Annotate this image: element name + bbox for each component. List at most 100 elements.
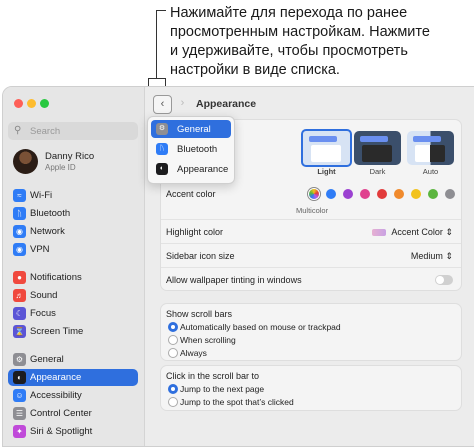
- click-scroll-bar-title: Click in the scroll bar to: [166, 371, 260, 381]
- sidebar-item-network[interactable]: ◉ Network: [8, 223, 138, 240]
- sidebar-item-label: Siri & Spotlight: [30, 426, 93, 437]
- radio-label: Jump to the spot that’s clicked: [180, 397, 294, 407]
- history-item-label: Appearance: [177, 164, 229, 175]
- chevron-right-icon: ›: [180, 97, 185, 109]
- wallpaper-tinting-row: Allow wallpaper tinting in windows: [161, 267, 461, 292]
- sidebar-item-siri-spotlight[interactable]: ✦ Siri & Spotlight: [8, 423, 138, 440]
- radio-scroll-always[interactable]: [168, 348, 178, 358]
- sidebar-item-appearance[interactable]: ◐ Appearance: [8, 369, 138, 386]
- radio-scroll-when-scrolling[interactable]: [168, 335, 178, 345]
- sidebar-item-label: Sound: [30, 290, 58, 301]
- chevron-left-icon: ‹: [160, 98, 165, 110]
- page-title: Appearance: [196, 98, 257, 110]
- sidebar-item-wifi[interactable]: ≈ Wi-Fi: [8, 187, 138, 204]
- click-scroll-bar-panel: Click in the scroll bar to Jump to the n…: [160, 365, 462, 411]
- appearance-dark-thumb[interactable]: [354, 131, 401, 165]
- accent-swatch-pink[interactable]: [360, 189, 370, 199]
- sidebar-item-label: Accessibility: [30, 390, 82, 401]
- hourglass-icon: ⌛: [13, 325, 26, 338]
- scroll-bars-panel: Show scroll bars Automatically based on …: [160, 303, 462, 361]
- appearance-auto-thumb[interactable]: [407, 131, 454, 165]
- accent-swatch-purple[interactable]: [343, 189, 353, 199]
- search-placeholder: Search: [30, 126, 61, 137]
- search-input[interactable]: ⚲ Search: [8, 122, 138, 140]
- control-center-icon: ☰: [13, 407, 26, 420]
- speaker-icon: ♬: [13, 289, 26, 302]
- history-item-label: Bluetooth: [177, 144, 218, 155]
- sidebar-item-focus[interactable]: ☾ Focus: [8, 305, 138, 322]
- callout-line: настройки в виде списка.: [170, 62, 340, 78]
- radio-label: Jump to the next page: [180, 384, 265, 394]
- gear-icon: ⚙: [156, 123, 168, 135]
- highlight-swatch: [372, 229, 387, 237]
- history-item-label: General: [177, 124, 211, 135]
- appearance-option-label: Dark: [369, 167, 386, 176]
- sidebar-item-label: Bluetooth: [30, 208, 71, 219]
- sidebar-item-label: Control Center: [30, 408, 92, 419]
- chevron-updown-icon: ⇕: [445, 251, 453, 261]
- appearance-option-label: Light: [317, 167, 336, 176]
- history-item-general[interactable]: ⚙ General: [151, 120, 231, 138]
- bell-icon: ●: [13, 271, 26, 284]
- highlight-color-label: Highlight color: [166, 227, 224, 237]
- wallpaper-tinting-toggle[interactable]: [435, 275, 453, 285]
- sidebar-item-label: VPN: [30, 244, 50, 255]
- history-item-appearance[interactable]: ◐ Appearance: [151, 160, 231, 178]
- sidebar-item-general[interactable]: ⚙ General: [8, 351, 138, 368]
- sidebar-item-label: General: [30, 354, 64, 365]
- accent-swatch-red[interactable]: [377, 189, 387, 199]
- radio-jump-to-spot[interactable]: [168, 397, 178, 407]
- apple-id-profile[interactable]: Danny Rico Apple ID: [13, 149, 138, 177]
- accent-color-label: Accent color: [166, 189, 216, 199]
- forward-button[interactable]: ›: [174, 95, 191, 112]
- callout-text: Нажимайте для перехода по ранее просмотр…: [170, 4, 470, 80]
- sidebar-icon-size-value: Medium: [410, 251, 443, 261]
- highlight-color-select[interactable]: Accent Color ⇕: [372, 227, 453, 238]
- sidebar-item-label: Wi-Fi: [30, 190, 53, 201]
- callout-line: и удерживайте, чтобы просмотреть: [170, 43, 408, 59]
- minimize-window-button[interactable]: [27, 99, 36, 108]
- accent-swatch-yellow[interactable]: [411, 189, 421, 199]
- sidebar-item-sound[interactable]: ♬ Sound: [8, 287, 138, 304]
- back-history-menu: ⚙ General ᚢ Bluetooth ◐ Appearance: [147, 116, 235, 184]
- profile-name: Danny Rico: [45, 151, 95, 162]
- radio-scroll-automatic[interactable]: [168, 322, 178, 332]
- bluetooth-icon: ᚢ: [13, 207, 26, 220]
- sidebar-item-accessibility[interactable]: ☺ Accessibility: [8, 387, 138, 404]
- globe-icon: ◉: [13, 243, 26, 256]
- highlight-color-value: Accent Color: [391, 227, 443, 237]
- accent-swatch-multicolor[interactable]: [309, 189, 319, 199]
- sidebar-item-control-center[interactable]: ☰ Control Center: [8, 405, 138, 422]
- radio-jump-next-page[interactable]: [168, 384, 178, 394]
- scroll-bars-title: Show scroll bars: [166, 309, 233, 319]
- accent-swatch-orange[interactable]: [394, 189, 404, 199]
- accent-swatch-graphite[interactable]: [445, 189, 455, 199]
- highlight-color-row: Highlight color Accent Color ⇕: [161, 219, 461, 244]
- sidebar-item-vpn[interactable]: ◉ VPN: [8, 241, 138, 258]
- accent-swatch-green[interactable]: [428, 189, 438, 199]
- close-window-button[interactable]: [14, 99, 23, 108]
- globe-icon: ◉: [13, 225, 26, 238]
- wallpaper-tinting-label: Allow wallpaper tinting in windows: [166, 275, 302, 285]
- bluetooth-icon: ᚢ: [156, 143, 168, 155]
- chevron-updown-icon: ⇕: [445, 227, 453, 237]
- appearance-light-thumb[interactable]: [301, 129, 352, 167]
- accent-selected-label: Multicolor: [296, 206, 329, 215]
- profile-subtitle: Apple ID: [45, 163, 76, 172]
- sidebar-item-screen-time[interactable]: ⌛ Screen Time: [8, 323, 138, 340]
- sidebar-item-label: Notifications: [30, 272, 82, 283]
- gear-icon: ⚙: [13, 353, 26, 366]
- sidebar-item-notifications[interactable]: ● Notifications: [8, 269, 138, 286]
- search-icon: ⚲: [14, 125, 22, 136]
- sidebar-icon-size-row: Sidebar icon size Medium ⇕: [161, 243, 461, 268]
- zoom-window-button[interactable]: [40, 99, 49, 108]
- accent-swatch-blue[interactable]: [326, 189, 336, 199]
- sidebar-icon-size-select[interactable]: Medium ⇕: [411, 251, 453, 262]
- history-item-bluetooth[interactable]: ᚢ Bluetooth: [151, 140, 231, 158]
- avatar: [13, 149, 38, 174]
- siri-icon: ✦: [13, 425, 26, 438]
- back-button[interactable]: ‹: [153, 95, 172, 114]
- radio-label: When scrolling: [180, 335, 236, 345]
- sidebar: ⚲ Search Danny Rico Apple ID ≈ Wi-Fi ᚢ B…: [3, 87, 145, 446]
- sidebar-item-bluetooth[interactable]: ᚢ Bluetooth: [8, 205, 138, 222]
